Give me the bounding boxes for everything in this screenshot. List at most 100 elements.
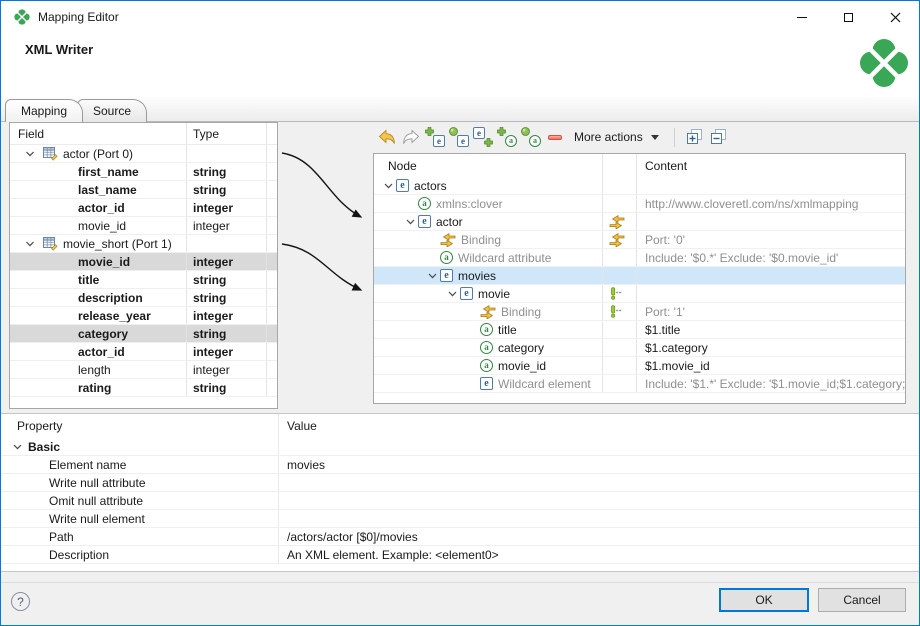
collapse-all-icon (711, 129, 727, 145)
tree-row[interactable]: Binding Port: '0' (374, 231, 905, 249)
tree-row[interactable]: e Wildcard element Include: '$1.*' Exclu… (374, 375, 905, 393)
column-header-value: Value (278, 414, 919, 438)
chevron-down-icon[interactable] (22, 241, 38, 247)
dialog-header: XML Writer (1, 33, 919, 97)
chevron-down-icon[interactable] (384, 183, 393, 189)
property-row[interactable]: Path /actors/actor [$0]/movies (1, 528, 919, 546)
minimize-button[interactable] (778, 1, 825, 33)
tree-row[interactable]: a movie_id $1.movie_id (374, 357, 905, 375)
maximize-button[interactable] (825, 1, 872, 33)
dropdown-caret-icon (651, 135, 659, 140)
tree-row-selected[interactable]: e movies (374, 267, 905, 285)
xml-mapping-tree: Node Content e actors a xmlns:clover htt… (373, 153, 906, 404)
chevron-down-icon[interactable] (448, 291, 457, 297)
table-row[interactable]: movie_short (Port 1) (10, 235, 277, 253)
redo-button[interactable] (399, 125, 423, 149)
table-row[interactable]: actor_id integer (10, 199, 277, 217)
table-row[interactable]: movie_id integer (10, 217, 277, 235)
chevron-down-icon[interactable] (428, 273, 437, 279)
redo-icon (401, 129, 421, 145)
add-wildcard-element-icon: e (449, 127, 469, 147)
insert-element-button[interactable]: e (471, 125, 495, 149)
property-row[interactable]: Basic (1, 438, 919, 456)
clover-logo (859, 38, 909, 88)
property-value[interactable] (278, 492, 919, 509)
tree-row[interactable]: e movie (374, 285, 905, 303)
element-icon: e (440, 269, 453, 282)
column-header-content: Content (636, 154, 905, 177)
table-row[interactable]: release_year integer (10, 307, 277, 325)
table-row[interactable]: rating string (10, 379, 277, 397)
property-row[interactable]: Description An XML element. Example: <el… (1, 546, 919, 564)
page-title: XML Writer (25, 42, 93, 57)
insert-element-icon: e (473, 127, 493, 147)
property-value[interactable] (278, 474, 919, 491)
tab-mapping[interactable]: Mapping (5, 99, 83, 122)
more-actions-button[interactable]: More actions (567, 125, 666, 149)
tree-row[interactable]: a xmlns:clover http://www.cloveretl.com/… (374, 195, 905, 213)
chevron-down-icon[interactable] (22, 151, 38, 157)
table-row[interactable]: description string (10, 289, 277, 307)
column-header-type: Type (187, 123, 267, 144)
chevron-down-icon[interactable] (13, 444, 22, 450)
property-value[interactable]: movies (278, 456, 919, 473)
table-row[interactable]: first_name string (10, 163, 277, 181)
record-icon (43, 147, 58, 161)
tree-row[interactable]: a Wildcard attribute Include: '$0.*' Exc… (374, 249, 905, 267)
table-row-highlighted[interactable]: movie_id integer (10, 253, 277, 271)
property-row[interactable]: Write null attribute (1, 474, 919, 492)
help-button[interactable] (11, 592, 30, 611)
add-wildcard-element-button[interactable]: e (447, 125, 471, 149)
collapse-all-button[interactable] (707, 125, 731, 149)
property-value[interactable]: An XML element. Example: <element0> (278, 546, 919, 563)
tab-bar: Mapping Source (1, 97, 919, 122)
tree-row[interactable]: e actor (374, 213, 905, 231)
mapping-editor-dialog: Mapping Editor XML Writer Mapping Source… (0, 0, 920, 626)
ok-button[interactable]: OK (719, 588, 809, 612)
expand-all-button[interactable] (683, 125, 707, 149)
column-header-field: Field (10, 123, 187, 144)
attribute-icon: a (480, 323, 493, 336)
title-bar: Mapping Editor (1, 1, 919, 33)
binding-arrows-icon (609, 233, 625, 247)
add-attribute-button[interactable]: a (495, 125, 519, 149)
table-row[interactable]: actor (Port 0) (10, 145, 277, 163)
table-row[interactable]: length integer (10, 361, 277, 379)
remove-button[interactable] (543, 125, 567, 149)
close-button[interactable] (872, 1, 919, 33)
tree-row[interactable]: e actors (374, 177, 905, 195)
binding-arrows-icon (609, 215, 625, 229)
add-child-element-icon: e (425, 127, 445, 147)
tree-row[interactable]: a category $1.category (374, 339, 905, 357)
table-row[interactable]: actor_id integer (10, 343, 277, 361)
element-icon: e (480, 377, 493, 390)
field-table: Field Type actor (Port 0) first_name str… (9, 122, 278, 409)
table-row-highlighted[interactable]: category string (10, 325, 277, 343)
attribute-icon: a (440, 251, 453, 264)
attribute-icon: a (418, 197, 431, 210)
add-child-element-button[interactable]: e (423, 125, 447, 149)
add-wildcard-attribute-icon: a (521, 127, 541, 147)
property-value[interactable]: /actors/actor [$0]/movies (278, 528, 919, 545)
column-header-property: Property (1, 414, 278, 438)
table-row[interactable]: last_name string (10, 181, 277, 199)
app-clover-icon (14, 9, 30, 25)
undo-button[interactable] (375, 125, 399, 149)
table-row[interactable]: title string (10, 271, 277, 289)
tree-row[interactable]: Binding Port: '1' (374, 303, 905, 321)
column-header-node: Node (374, 154, 602, 177)
minimize-icon (797, 17, 807, 18)
chevron-down-icon[interactable] (406, 219, 415, 225)
tab-source[interactable]: Source (77, 99, 147, 122)
remove-icon (548, 135, 562, 140)
property-value[interactable] (278, 510, 919, 527)
property-row[interactable]: Element name movies (1, 456, 919, 474)
dialog-footer: OK Cancel (1, 582, 919, 625)
property-row[interactable]: Write null element (1, 510, 919, 528)
tree-row[interactable]: a title $1.title (374, 321, 905, 339)
cancel-button[interactable]: Cancel (818, 588, 906, 612)
property-row[interactable]: Omit null attribute (1, 492, 919, 510)
binding-arrows-icon (440, 233, 456, 247)
add-wildcard-attribute-button[interactable]: a (519, 125, 543, 149)
element-icon: e (396, 179, 409, 192)
